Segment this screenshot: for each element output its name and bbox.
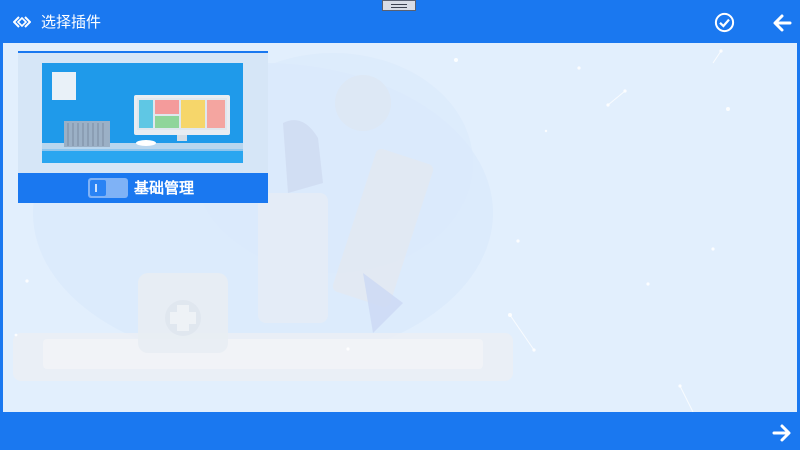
drag-handle[interactable]	[382, 0, 416, 11]
plugin-label-bar: 基础管理	[18, 173, 268, 203]
plugin-code-icon	[13, 16, 31, 28]
top-bar: 选择插件	[0, 0, 800, 43]
toggle-knob	[90, 180, 106, 196]
back-button[interactable]	[772, 13, 792, 33]
confirm-button[interactable]	[714, 12, 735, 33]
computer-monitor-illustration	[42, 63, 243, 163]
plugin-card[interactable]: 基础管理	[18, 51, 268, 203]
next-button[interactable]	[772, 423, 792, 443]
bottom-bar	[0, 412, 800, 450]
plugin-enable-toggle[interactable]	[88, 178, 128, 198]
page-title: 选择插件	[41, 13, 102, 31]
plugin-list-area: 基础管理	[3, 43, 797, 412]
plugin-name: 基础管理	[134, 179, 195, 197]
